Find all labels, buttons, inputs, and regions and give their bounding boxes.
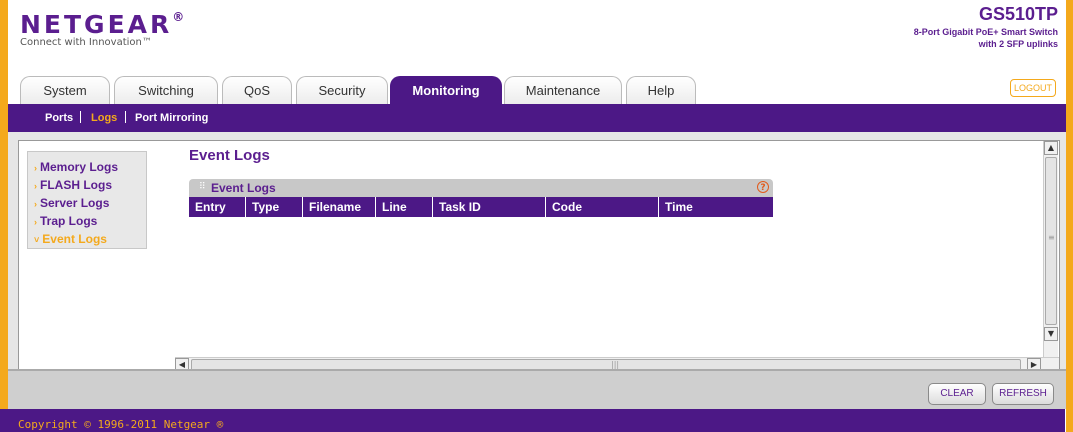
help-icon[interactable]: ? xyxy=(757,181,769,193)
column-header-entry[interactable]: Entry xyxy=(189,197,246,217)
vertical-scrollbar[interactable]: ▲ ≡ ▼ xyxy=(1043,141,1058,357)
model-description: 8-Port Gigabit PoE+ Smart Switch with 2 … xyxy=(858,26,1058,50)
tab-system[interactable]: System xyxy=(20,76,110,104)
content-panel: › Memory Logs › FLASH Logs › Server Logs › T… xyxy=(18,140,1060,373)
chevron-right-icon: › xyxy=(34,199,37,209)
logout-button[interactable]: LOGOUT xyxy=(1010,79,1056,97)
subnav-ports[interactable]: Ports xyxy=(45,112,73,124)
grip-icon: ||| xyxy=(611,360,620,369)
tab-qos[interactable]: QoS xyxy=(222,76,292,104)
panel-header: ⠿ Event Logs ? xyxy=(189,179,773,197)
tab-help[interactable]: Help xyxy=(626,76,696,104)
subnav-port-mirroring[interactable]: Port Mirroring xyxy=(135,112,208,124)
tagline: Connect with Innovation™ xyxy=(20,37,152,48)
sidebar-item-flash-logs[interactable]: › FLASH Logs xyxy=(34,178,112,192)
sidebar-item-label: Server Logs xyxy=(40,196,110,210)
netgear-logo: NETGEAR® xyxy=(20,10,187,39)
page-title: Event Logs xyxy=(189,147,270,164)
model-desc-line1: 8-Port Gigabit PoE+ Smart Switch xyxy=(913,27,1058,37)
sidebar-item-label: Memory Logs xyxy=(40,160,119,174)
scroll-up-icon[interactable]: ▲ xyxy=(1044,141,1058,155)
sidebar-item-memory-logs[interactable]: › Memory Logs xyxy=(34,160,118,174)
subnav-separator xyxy=(125,111,126,123)
logo-text: NETGEAR xyxy=(20,10,173,39)
model-desc-line2: with 2 SFP uplinks xyxy=(978,39,1058,49)
table-header-row: Entry Type Filename Line Task ID Code Ti… xyxy=(189,197,773,217)
grip-icon: ≡ xyxy=(1048,233,1055,242)
column-header-time[interactable]: Time xyxy=(658,197,773,217)
tab-security[interactable]: Security xyxy=(296,76,388,104)
column-header-filename[interactable]: Filename xyxy=(302,197,376,217)
refresh-button[interactable]: REFRESH xyxy=(992,383,1054,405)
chevron-down-icon: ˅ xyxy=(34,235,40,245)
sidebar-item-server-logs[interactable]: › Server Logs xyxy=(34,196,109,210)
column-header-line[interactable]: Line xyxy=(375,197,433,217)
grip-icon: ⠿ xyxy=(199,182,206,192)
sidebar-item-event-logs[interactable]: ˅ Event Logs xyxy=(34,232,107,246)
clear-button[interactable]: CLEAR xyxy=(928,383,986,405)
column-header-code[interactable]: Code xyxy=(545,197,659,217)
panel-title: Event Logs xyxy=(211,181,276,195)
footer: Copyright © 1996-2011 Netgear ® xyxy=(0,409,1065,432)
tab-switching[interactable]: Switching xyxy=(114,76,218,104)
chevron-right-icon: › xyxy=(34,217,37,227)
content-area: › Memory Logs › FLASH Logs › Server Logs › T… xyxy=(8,132,1066,373)
header: NETGEAR® Connect with Innovation™ GS510T… xyxy=(8,0,1066,72)
sub-navigation: Ports Logs Port Mirroring xyxy=(8,104,1066,132)
scroll-down-icon[interactable]: ▼ xyxy=(1044,327,1058,341)
tab-maintenance[interactable]: Maintenance xyxy=(504,76,622,104)
event-logs-table: Entry Type Filename Line Task ID Code Ti… xyxy=(189,197,773,217)
model-name: GS510TP xyxy=(978,4,1058,24)
column-header-task-id[interactable]: Task ID xyxy=(432,197,546,217)
logo-registered-mark: ® xyxy=(172,10,188,24)
chevron-right-icon: › xyxy=(34,163,37,173)
column-header-type[interactable]: Type xyxy=(245,197,303,217)
subnav-logs[interactable]: Logs xyxy=(91,112,117,124)
sidebar-item-label: Trap Logs xyxy=(40,214,98,228)
sidebar-item-label: FLASH Logs xyxy=(40,178,112,192)
copyright-text: Copyright © 1996-2011 Netgear ® xyxy=(18,418,224,431)
main-tab-bar: System Switching QoS Security Monitoring… xyxy=(8,72,1066,104)
chevron-right-icon: › xyxy=(34,181,37,191)
sidebar-item-trap-logs[interactable]: › Trap Logs xyxy=(34,214,97,228)
app-frame: NETGEAR® Connect with Innovation™ GS510T… xyxy=(8,0,1066,432)
sidebar: › Memory Logs › FLASH Logs › Server Logs › T… xyxy=(27,151,147,249)
tab-monitoring[interactable]: Monitoring xyxy=(390,76,502,104)
subnav-separator xyxy=(80,111,81,123)
sidebar-item-label: Event Logs xyxy=(42,232,107,246)
action-bar: CLEAR REFRESH xyxy=(8,369,1066,409)
